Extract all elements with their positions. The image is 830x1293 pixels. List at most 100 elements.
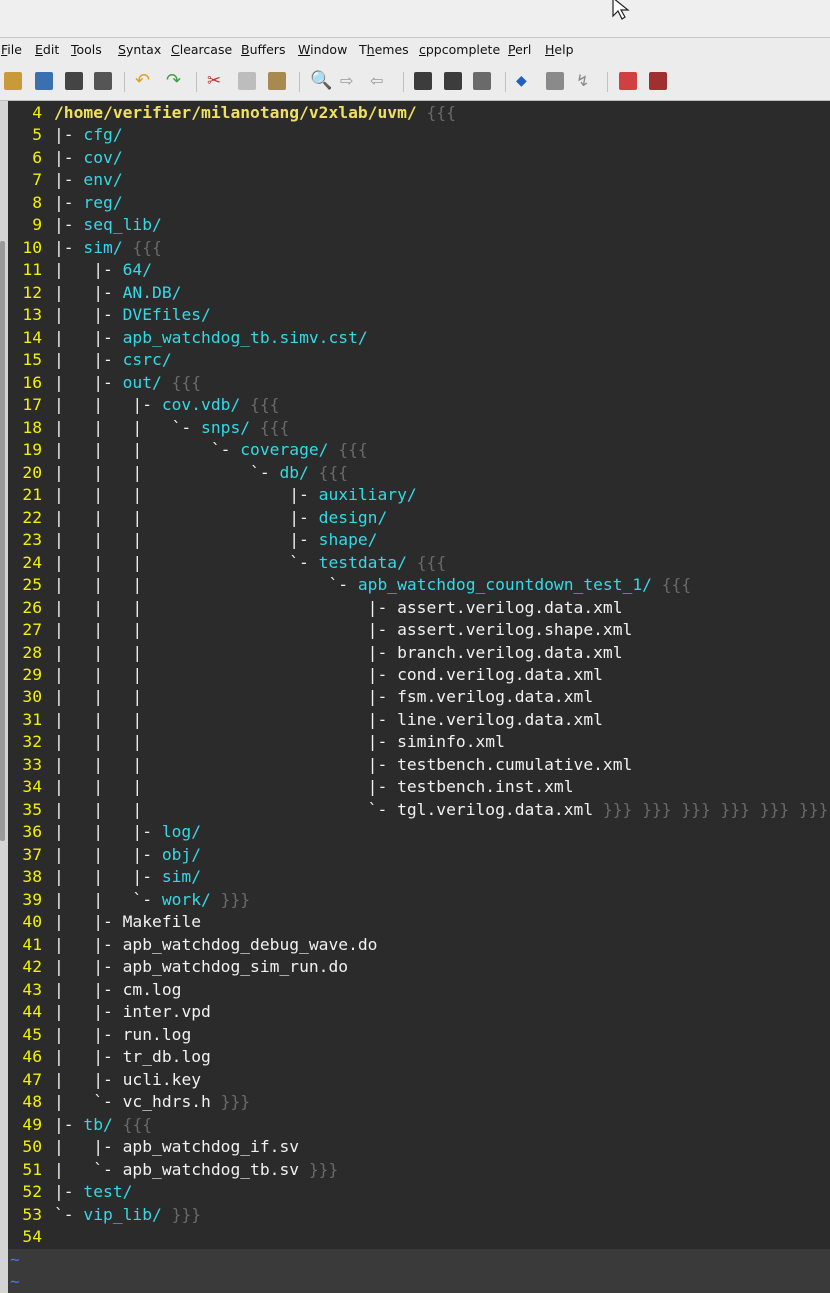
code-line[interactable]: 25 | | | `- apb_watchdog_countdown_test_1…: [8, 574, 691, 597]
menu-item-window[interactable]: Window: [298, 42, 347, 57]
menu-item-syntax[interactable]: Syntax: [118, 42, 161, 57]
code-line[interactable]: 35 | | | `- tgl.verilog.data.xml }}} }}} …: [8, 799, 828, 822]
fold-marker: {{{: [651, 575, 692, 595]
code-line[interactable]: 54: [8, 1226, 54, 1249]
code-line[interactable]: 14 | |- apb_watchdog_tb.simv.cst/: [8, 327, 367, 350]
code-line[interactable]: 49 |- tb/ {{{: [8, 1114, 152, 1137]
menu-item-clearcase[interactable]: Clearcase: [171, 42, 232, 57]
code-line[interactable]: 41 | |- apb_watchdog_debug_wave.do: [8, 934, 377, 957]
code-line[interactable]: 50 | |- apb_watchdog_if.sv: [8, 1136, 299, 1159]
code-line[interactable]: 27 | | | |- assert.verilog.shape.xml: [8, 619, 632, 642]
undo-icon[interactable]: ↶: [135, 72, 153, 90]
code-line[interactable]: 38 | | |- sim/: [8, 866, 201, 889]
code-line[interactable]: 16 | |- out/ {{{: [8, 372, 201, 395]
save-session-icon[interactable]: [444, 72, 462, 90]
code-line[interactable]: 23 | | | |- shape/: [8, 529, 377, 552]
cut-icon[interactable]: ✂: [207, 72, 225, 90]
make-icon[interactable]: ◆: [516, 72, 534, 90]
menu-item-cppcomplete[interactable]: cppcomplete: [419, 42, 500, 57]
print-icon[interactable]: [94, 72, 112, 90]
code-line[interactable]: 33 | | | |- testbench.cumulative.xml: [8, 754, 632, 777]
code-line[interactable]: 7 |- env/: [8, 169, 122, 192]
code-line[interactable]: 30 | | | |- fsm.verilog.data.xml: [8, 686, 593, 709]
fold-marker: {{{: [161, 372, 202, 392]
code-line[interactable]: 17 | | |- cov.vdb/ {{{: [8, 394, 279, 417]
tree-branch: | |-: [54, 305, 123, 325]
scrollbar[interactable]: [0, 101, 8, 1293]
code-line[interactable]: 8 |- reg/: [8, 192, 122, 215]
tree-branch: | | |-: [54, 822, 162, 842]
code-line[interactable]: 40 | |- Makefile: [8, 911, 201, 934]
code-line[interactable]: 52 |- test/: [8, 1181, 132, 1204]
code-line[interactable]: 48 | `- vc_hdrs.h }}}: [8, 1091, 250, 1114]
directory-name: test/: [83, 1182, 133, 1202]
build-tags-icon[interactable]: [546, 72, 564, 90]
code-line[interactable]: 11 | |- 64/: [8, 259, 152, 282]
line-number: 5: [32, 125, 42, 145]
menu-item-edit[interactable]: Edit: [35, 42, 59, 57]
directory-name: snps/: [201, 417, 251, 437]
menu-item-perl[interactable]: Perl: [508, 42, 531, 57]
code-line[interactable]: 44 | |- inter.vpd: [8, 1001, 210, 1024]
code-line[interactable]: 10 |- sim/ {{{: [8, 237, 161, 260]
jump-tag-icon[interactable]: ↯: [576, 72, 594, 90]
menu-item-file[interactable]: File: [1, 42, 22, 57]
code-line[interactable]: 15 | |- csrc/: [8, 349, 171, 372]
code-line[interactable]: 47 | |- ucli.key: [8, 1069, 201, 1092]
code-line[interactable]: 53 `- vip_lib/ }}}: [8, 1204, 201, 1227]
code-line[interactable]: 13 | |- DVEfiles/: [8, 304, 210, 327]
code-line[interactable]: 42 | |- apb_watchdog_sim_run.do: [8, 956, 348, 979]
code-line[interactable]: 28 | | | |- branch.verilog.data.xml: [8, 642, 622, 665]
find-prev-icon[interactable]: ⇦: [370, 72, 388, 90]
empty-line-marker: ~: [10, 1250, 20, 1269]
line-number: 17: [22, 395, 42, 415]
scrollbar-thumb[interactable]: [0, 241, 5, 841]
code-line[interactable]: 39 | | `- work/ }}}: [8, 889, 250, 912]
code-line[interactable]: 34 | | | |- testbench.inst.xml: [8, 776, 573, 799]
code-line[interactable]: 31 | | | |- line.verilog.data.xml: [8, 709, 603, 732]
tree-branch: | |-: [54, 327, 123, 347]
paste-icon[interactable]: [268, 72, 286, 90]
code-line[interactable]: 9 |- seq_lib/: [8, 214, 162, 237]
redo-icon[interactable]: ↷: [166, 72, 184, 90]
code-line[interactable]: 45 | |- run.log: [8, 1024, 191, 1047]
directory-name: work/: [161, 889, 211, 909]
help-icon[interactable]: [619, 72, 637, 90]
code-line[interactable]: 32 | | | |- siminfo.xml: [8, 731, 505, 754]
code-line[interactable]: 21 | | | |- auxiliary/: [8, 484, 416, 507]
menu-item-themes[interactable]: Themes: [359, 42, 409, 57]
code-line[interactable]: 6 |- cov/: [8, 147, 122, 170]
tree-branch: | | | |-: [54, 620, 398, 640]
run-script-icon[interactable]: [473, 72, 491, 90]
code-line[interactable]: 51 | `- apb_watchdog_tb.sv }}}: [8, 1159, 338, 1182]
code-line[interactable]: 24 | | | `- testdata/ {{{: [8, 552, 446, 575]
find-icon[interactable]: 🔍: [310, 72, 332, 90]
fold-marker: }}} }}} }}} }}} }}} }}}: [593, 799, 829, 819]
code-line[interactable]: 5 |- cfg/: [8, 124, 122, 147]
code-line[interactable]: 29 | | | |- cond.verilog.data.xml: [8, 664, 603, 687]
open-icon[interactable]: [4, 72, 22, 90]
code-line[interactable]: 46 | |- tr_db.log: [8, 1046, 210, 1069]
code-line[interactable]: 43 | |- cm.log: [8, 979, 181, 1002]
code-line[interactable]: 22 | | | |- design/: [8, 507, 387, 530]
code-line[interactable]: 26 | | | |- assert.verilog.data.xml: [8, 597, 622, 620]
code-line[interactable]: 4/home/verifier/milanotang/v2xlab/uvm/ {…: [8, 102, 456, 125]
save-icon[interactable]: [35, 72, 53, 90]
code-line[interactable]: 19 | | | `- coverage/ {{{: [8, 439, 367, 462]
code-line[interactable]: 36 | | |- log/: [8, 821, 201, 844]
copy-icon[interactable]: [238, 72, 256, 90]
line-number: 47: [22, 1069, 42, 1089]
code-line[interactable]: 12 | |- AN.DB/: [8, 282, 181, 305]
find-help-icon[interactable]: [649, 72, 667, 90]
save-all-icon[interactable]: [65, 72, 83, 90]
code-line[interactable]: 20 | | | `- db/ {{{: [8, 462, 348, 485]
load-session-icon[interactable]: [414, 72, 432, 90]
code-line[interactable]: 37 | | |- obj/: [8, 844, 201, 867]
file-name: tgl.verilog.data.xml: [397, 799, 594, 819]
code-line[interactable]: 18 | | | `- snps/ {{{: [8, 417, 289, 440]
tree-branch: | |-: [54, 260, 123, 280]
menu-item-buffers[interactable]: Buffers: [241, 42, 285, 57]
menu-item-tools[interactable]: Tools: [71, 42, 102, 57]
find-next-icon[interactable]: ⇨: [340, 72, 358, 90]
menu-item-help[interactable]: Help: [545, 42, 574, 57]
